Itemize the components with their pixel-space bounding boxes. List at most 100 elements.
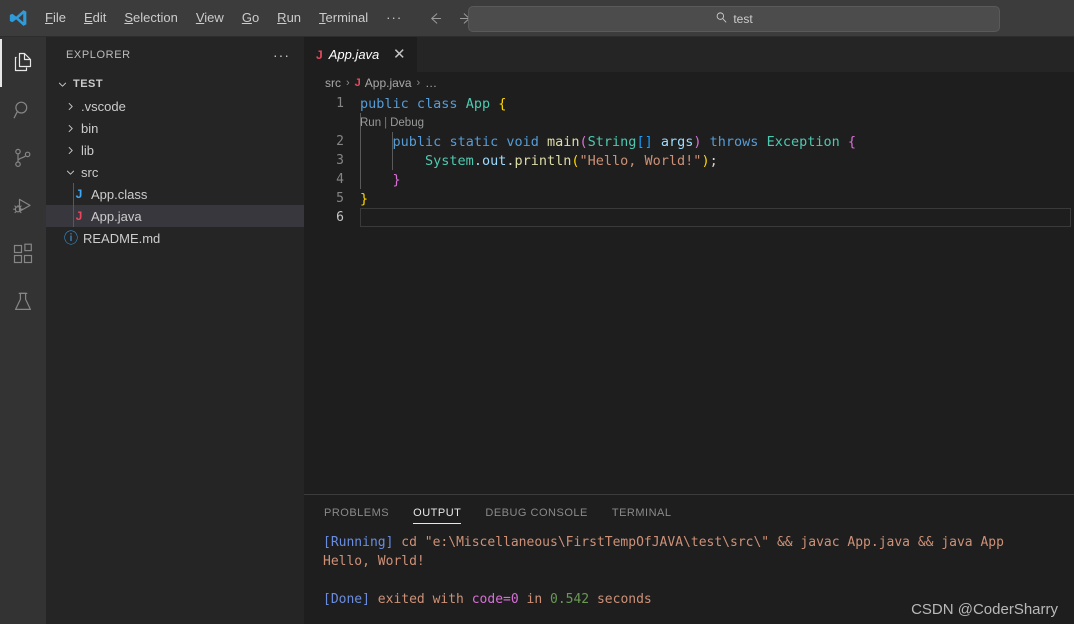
token-keyword-class: class [416, 95, 458, 112]
token-var-args: args [660, 133, 694, 150]
watermark: CSDN @CoderSharry [911, 601, 1058, 618]
menu-more-button[interactable]: ··· [377, 11, 411, 24]
token-type-app: App [465, 95, 491, 112]
breadcrumb-more[interactable]: … [425, 76, 437, 90]
search-icon [11, 98, 35, 125]
line-number: 4 [336, 172, 344, 187]
tree-item-vscode[interactable]: .vscode [46, 95, 304, 117]
title-bar: File Edit Selection View Go Run Terminal… [0, 0, 1074, 37]
menu-item-terminal[interactable]: Terminal [310, 7, 377, 29]
chevron-right-icon[interactable] [62, 123, 78, 134]
code-line-4: 4 } [304, 170, 1074, 189]
chevron-right-icon: › [416, 77, 421, 89]
code-line-6: 6 [304, 208, 1074, 227]
workbench-body: EXPLORER ··· TEST .vscode bin lib src J … [0, 37, 1074, 624]
tab-output[interactable]: OUTPUT [413, 495, 462, 530]
tree-item-label: App.class [91, 186, 148, 202]
output-done-text-2: in [518, 592, 550, 607]
code-line-content: public static void main(String[] args) t… [360, 134, 1074, 150]
chevron-right-icon[interactable] [62, 101, 78, 112]
run-debug-icon [11, 194, 35, 221]
activity-item-explorer[interactable] [0, 39, 46, 87]
activity-bar [0, 37, 46, 624]
menu-rest-view: iew [204, 10, 224, 25]
search-input[interactable]: test [733, 12, 752, 26]
tree-item-test-root[interactable]: TEST [46, 73, 304, 95]
line-number: 2 [336, 134, 344, 149]
line-number: 1 [336, 96, 344, 111]
menu-bar: File Edit Selection View Go Run Terminal… [36, 0, 411, 36]
activity-item-search[interactable] [0, 87, 46, 135]
arrow-left-icon[interactable] [425, 8, 445, 28]
sidebar-more-actions-button[interactable]: ··· [269, 48, 294, 62]
vscode-window: File Edit Selection View Go Run Terminal… [0, 0, 1074, 624]
tree-item-bin[interactable]: bin [46, 117, 304, 139]
breadcrumb: src › J App.java › … [304, 72, 1074, 94]
menu-accel-selection: S [124, 10, 134, 25]
tab-terminal[interactable]: TERMINAL [612, 495, 672, 530]
token-paren-close: ) [701, 152, 710, 169]
token-brace-close: } [392, 171, 401, 188]
activity-item-source-control[interactable] [0, 135, 46, 183]
close-icon[interactable]: ✕ [391, 47, 407, 62]
menu-item-selection[interactable]: Selection [115, 7, 186, 29]
token-paren-open: ( [571, 152, 580, 169]
menu-item-run[interactable]: Run [268, 7, 310, 29]
tree-item-app-java[interactable]: J App.java [46, 205, 304, 227]
file-tree: TEST .vscode bin lib src J App.class J A… [46, 72, 304, 249]
vscode-logo-icon [0, 0, 36, 36]
tab-app-java[interactable]: J App.java ✕ [304, 37, 419, 72]
output-line-blank [323, 571, 1074, 590]
tree-item-src[interactable]: src [46, 161, 304, 183]
source-control-icon [11, 146, 35, 173]
menu-item-view[interactable]: View [187, 7, 233, 29]
token-brace-open: { [847, 133, 857, 150]
token-string-hello-world: "Hello, World!" [579, 152, 702, 169]
token-paren-close: ) [693, 133, 702, 150]
menu-rest-edit: dit [92, 10, 107, 25]
breadcrumb-file[interactable]: App.java [365, 76, 412, 90]
menu-item-file[interactable]: File [36, 7, 75, 29]
chevron-down-icon[interactable] [62, 167, 78, 178]
menu-item-go[interactable]: Go [233, 7, 268, 29]
beaker-icon [11, 290, 35, 317]
output-line-running: [Running] cd "e:\Miscellaneous\FirstTemp… [323, 533, 1074, 552]
activity-item-run-and-debug[interactable] [0, 183, 46, 231]
command-center-search[interactable]: test [468, 6, 1000, 32]
tree-indent-guide [73, 183, 74, 205]
chevron-right-icon[interactable] [62, 145, 78, 156]
line-number: 6 [336, 210, 344, 225]
code-line-content: } [360, 172, 1074, 188]
breadcrumb-folder[interactable]: src [325, 76, 341, 90]
token-keyword-void: void [506, 133, 539, 150]
code-editor[interactable]: 1 public class App { Run | Debug 2 publi… [304, 94, 1074, 494]
output-done-suffix: seconds [589, 592, 652, 607]
tree-item-lib[interactable]: lib [46, 139, 304, 161]
token-type-string: String [587, 133, 637, 150]
java-file-icon: J [316, 47, 323, 62]
chevron-down-icon[interactable] [54, 79, 70, 90]
tree-item-readme[interactable]: ⓘ README.md [46, 227, 304, 249]
tree-item-label: src [81, 164, 99, 180]
menu-rest-file: ile [52, 10, 66, 25]
menu-accel-run: R [277, 10, 287, 25]
activity-item-testing[interactable] [0, 279, 46, 327]
codelens-debug-link[interactable]: Debug [390, 117, 424, 129]
activity-item-extensions[interactable] [0, 231, 46, 279]
tree-item-app-class[interactable]: J App.class [46, 183, 304, 205]
tab-problems[interactable]: PROBLEMS [324, 495, 389, 530]
output-running-tag: [Running] [323, 535, 394, 550]
line-number: 5 [336, 191, 344, 206]
codelens-run-link[interactable]: Run [360, 117, 381, 129]
menu-rest-run: un [286, 10, 302, 25]
menu-item-edit[interactable]: Edit [75, 7, 115, 29]
chevron-right-icon: › [346, 77, 350, 89]
tab-debug-console[interactable]: DEBUG CONSOLE [485, 495, 587, 530]
editor-area: J App.java ✕ src › J App.java › … 1 publ… [304, 37, 1074, 624]
info-circle-icon: ⓘ [64, 230, 78, 246]
